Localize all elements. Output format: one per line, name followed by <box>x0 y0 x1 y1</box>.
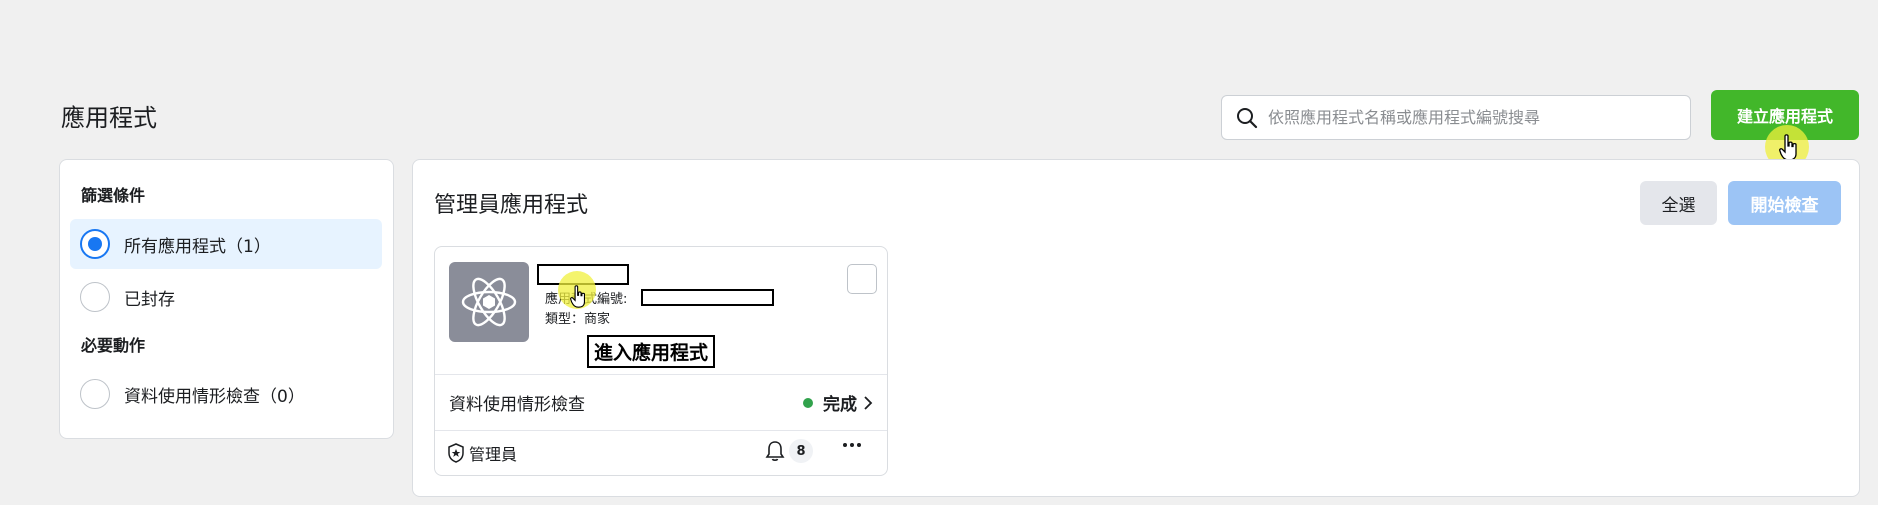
app-card[interactable]: 應用程式編號: 類型：商家 進入應用程式 資料使用情形檢查 完成 <box>434 246 888 476</box>
radio-button[interactable] <box>80 379 110 409</box>
more-options-icon[interactable] <box>843 443 861 447</box>
filter-label: 資料使用情形檢查（0） <box>124 386 305 407</box>
hand-cursor-icon <box>570 285 586 308</box>
filter-label: 所有應用程式（1） <box>124 236 271 257</box>
filter-option-data-use-checkup[interactable]: 資料使用情形檢查（0） <box>70 369 382 419</box>
filter-option-all-apps[interactable]: 所有應用程式（1） <box>70 219 382 269</box>
react-atom-icon <box>449 262 529 342</box>
notification-count-badge: 8 <box>789 439 813 463</box>
enter-app-link[interactable]: 進入應用程式 <box>587 335 716 368</box>
notifications-button[interactable]: 8 <box>765 439 813 463</box>
filter-heading: 篩選條件 <box>81 186 146 205</box>
filter-panel: 篩選條件 所有應用程式（1） 已封存 必要動作 資料使用情形檢查（0） <box>59 159 394 439</box>
card-footer: 管理員 8 <box>435 431 887 475</box>
redacted-app-id <box>641 289 774 306</box>
status-text: 完成 <box>823 395 857 415</box>
hand-cursor-icon <box>1779 134 1797 161</box>
page-title: 應用程式 <box>61 104 157 132</box>
select-all-button[interactable]: 全選 <box>1640 181 1717 225</box>
filter-label: 已封存 <box>124 289 175 310</box>
main-panel: 管理員應用程式 全選 開始檢查 應用程式編號: 類型：商家 進入應用程式 資料使… <box>412 159 1860 497</box>
review-status: 完成 <box>803 390 873 415</box>
search-icon <box>1237 107 1258 128</box>
search-box[interactable] <box>1221 95 1691 140</box>
review-label: 資料使用情形檢查 <box>449 395 585 415</box>
app-select-checkbox[interactable] <box>847 264 877 294</box>
app-type-label: 類型：商家 <box>545 312 611 327</box>
chevron-right-icon <box>864 395 873 410</box>
required-actions-heading: 必要動作 <box>81 336 146 355</box>
role-label: 管理員 <box>469 445 518 464</box>
radio-button[interactable] <box>80 229 110 259</box>
status-dot <box>803 397 813 408</box>
start-review-button[interactable]: 開始檢查 <box>1728 181 1841 225</box>
radio-button[interactable] <box>80 282 110 312</box>
section-title: 管理員應用程式 <box>434 193 589 218</box>
filter-option-archived[interactable]: 已封存 <box>70 272 382 322</box>
search-input[interactable] <box>1268 108 1668 127</box>
data-use-checkup-row[interactable]: 資料使用情形檢查 完成 <box>435 375 887 430</box>
bell-icon <box>765 441 785 461</box>
shield-icon <box>448 443 464 463</box>
